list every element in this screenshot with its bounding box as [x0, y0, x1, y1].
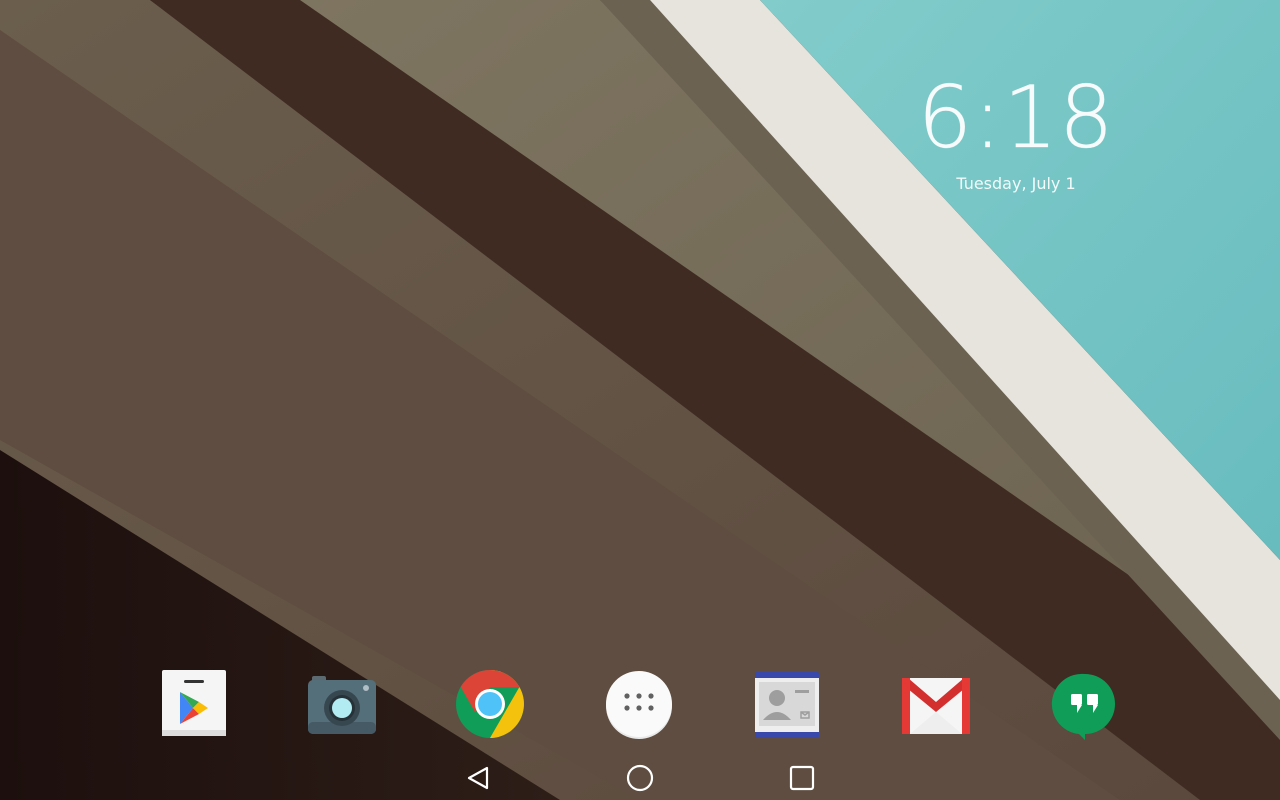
contacts-icon — [755, 672, 819, 738]
dock-app-camera[interactable] — [306, 668, 378, 740]
dock-app-contacts[interactable] — [751, 668, 823, 740]
camera-icon — [308, 676, 376, 734]
dock-app-gmail[interactable] — [900, 668, 972, 740]
dock-app-hangouts[interactable] — [1049, 668, 1121, 740]
dock-app-play-store[interactable] — [158, 668, 230, 740]
dock — [0, 660, 1280, 750]
hangouts-icon — [1051, 673, 1115, 740]
play-store-icon — [162, 670, 226, 736]
back-button[interactable] — [458, 758, 498, 798]
app-drawer-button[interactable] — [603, 668, 675, 740]
navigation-bar — [0, 750, 1280, 800]
home-screen: 6:18 Tuesday, July 1 — [0, 0, 1280, 800]
chrome-icon — [456, 670, 524, 738]
home-button[interactable] — [620, 758, 660, 798]
clock-time: 6:18 — [917, 68, 1115, 169]
recents-icon — [789, 765, 815, 791]
clock-date: Tuesday, July 1 — [956, 174, 1076, 193]
recents-button[interactable] — [782, 758, 822, 798]
back-icon — [467, 766, 489, 790]
app-drawer-icon — [606, 671, 672, 739]
home-icon — [626, 764, 654, 792]
gmail-icon — [902, 678, 970, 734]
dock-app-chrome[interactable] — [454, 668, 526, 740]
clock-widget[interactable]: 6:18 Tuesday, July 1 — [900, 68, 1132, 193]
